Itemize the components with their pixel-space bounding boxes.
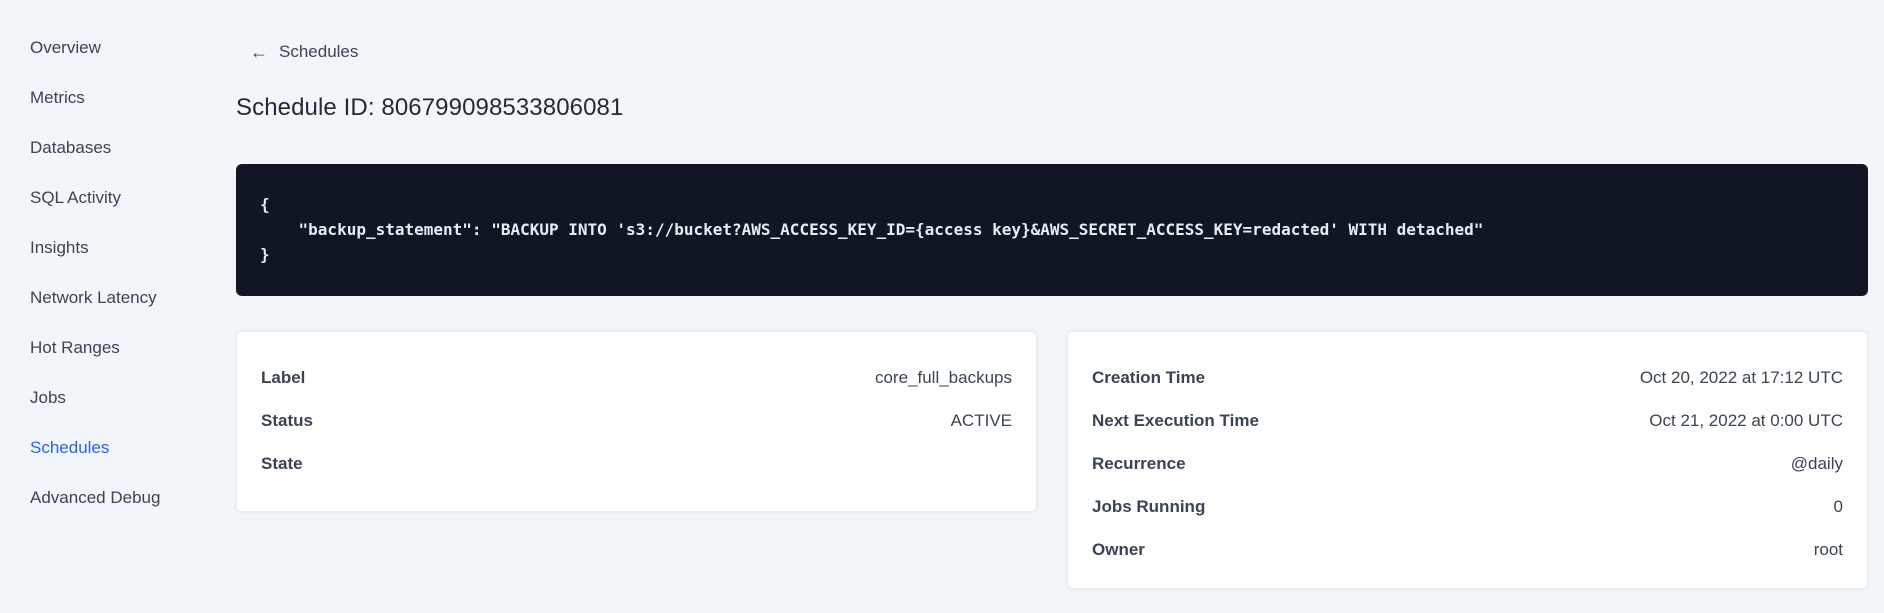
- table-row: Creation Time Oct 20, 2022 at 17:12 UTC: [1092, 368, 1843, 411]
- main-content: ← Schedules Schedule ID: 806799098533806…: [196, 0, 1884, 613]
- schedule-timing-card: Creation Time Oct 20, 2022 at 17:12 UTC …: [1067, 331, 1868, 589]
- page-title: Schedule ID: 806799098533806081: [236, 94, 624, 121]
- table-row: Next Execution Time Oct 21, 2022 at 0:00…: [1092, 411, 1843, 454]
- sidebar-item-jobs[interactable]: Jobs: [0, 387, 196, 408]
- app-root: Overview Metrics Databases SQL Activity …: [0, 0, 1884, 613]
- table-row: State: [261, 454, 1012, 497]
- sidebar-item-overview[interactable]: Overview: [0, 37, 196, 58]
- sidebar-item-databases[interactable]: Databases: [0, 137, 196, 158]
- table-row: Jobs Running 0: [1092, 497, 1843, 540]
- sidebar-item-sql-activity[interactable]: SQL Activity: [0, 187, 196, 208]
- row-label: Recurrence: [1092, 454, 1186, 473]
- back-link-label: Schedules: [279, 42, 359, 61]
- schedule-definition-code-block: { "backup_statement": "BACKUP INTO 's3:/…: [236, 164, 1868, 296]
- detail-cards-row: Label core_full_backups Status ACTIVE St…: [236, 331, 1868, 589]
- row-value: ACTIVE: [950, 411, 1012, 430]
- code-line: }: [260, 245, 270, 264]
- row-value: root: [1813, 540, 1843, 559]
- sidebar-item-metrics[interactable]: Metrics: [0, 87, 196, 108]
- sidebar: Overview Metrics Databases SQL Activity …: [0, 0, 196, 613]
- row-value: @daily: [1790, 454, 1843, 473]
- sidebar-item-advanced-debug[interactable]: Advanced Debug: [0, 487, 196, 508]
- sidebar-item-hot-ranges[interactable]: Hot Ranges: [0, 337, 196, 358]
- code-line: "backup_statement": "BACKUP INTO 's3://b…: [260, 220, 1484, 239]
- row-label: Label: [261, 368, 306, 387]
- row-label: Jobs Running: [1092, 497, 1206, 516]
- row-label: Next Execution Time: [1092, 411, 1259, 430]
- back-link[interactable]: ← Schedules: [250, 42, 358, 62]
- row-label: Creation Time: [1092, 368, 1206, 387]
- sidebar-item-network-latency[interactable]: Network Latency: [0, 287, 196, 308]
- table-row: Label core_full_backups: [261, 368, 1012, 411]
- code-line: {: [260, 195, 270, 214]
- table-row: Recurrence @daily: [1092, 454, 1843, 497]
- back-arrow-icon: ←: [250, 42, 268, 62]
- row-value: 0: [1833, 497, 1843, 516]
- row-label: State: [261, 454, 303, 473]
- schedule-status-card: Label core_full_backups Status ACTIVE St…: [236, 331, 1037, 512]
- table-row: Status ACTIVE: [261, 411, 1012, 454]
- table-row: Owner root: [1092, 540, 1843, 583]
- row-label: Owner: [1092, 540, 1145, 559]
- row-value: core_full_backups: [874, 368, 1012, 387]
- row-value: Oct 20, 2022 at 17:12 UTC: [1639, 368, 1843, 387]
- row-value: Oct 21, 2022 at 0:00 UTC: [1649, 411, 1843, 430]
- row-label: Status: [261, 411, 313, 430]
- sidebar-item-insights[interactable]: Insights: [0, 237, 196, 258]
- sidebar-item-schedules[interactable]: Schedules: [0, 437, 196, 458]
